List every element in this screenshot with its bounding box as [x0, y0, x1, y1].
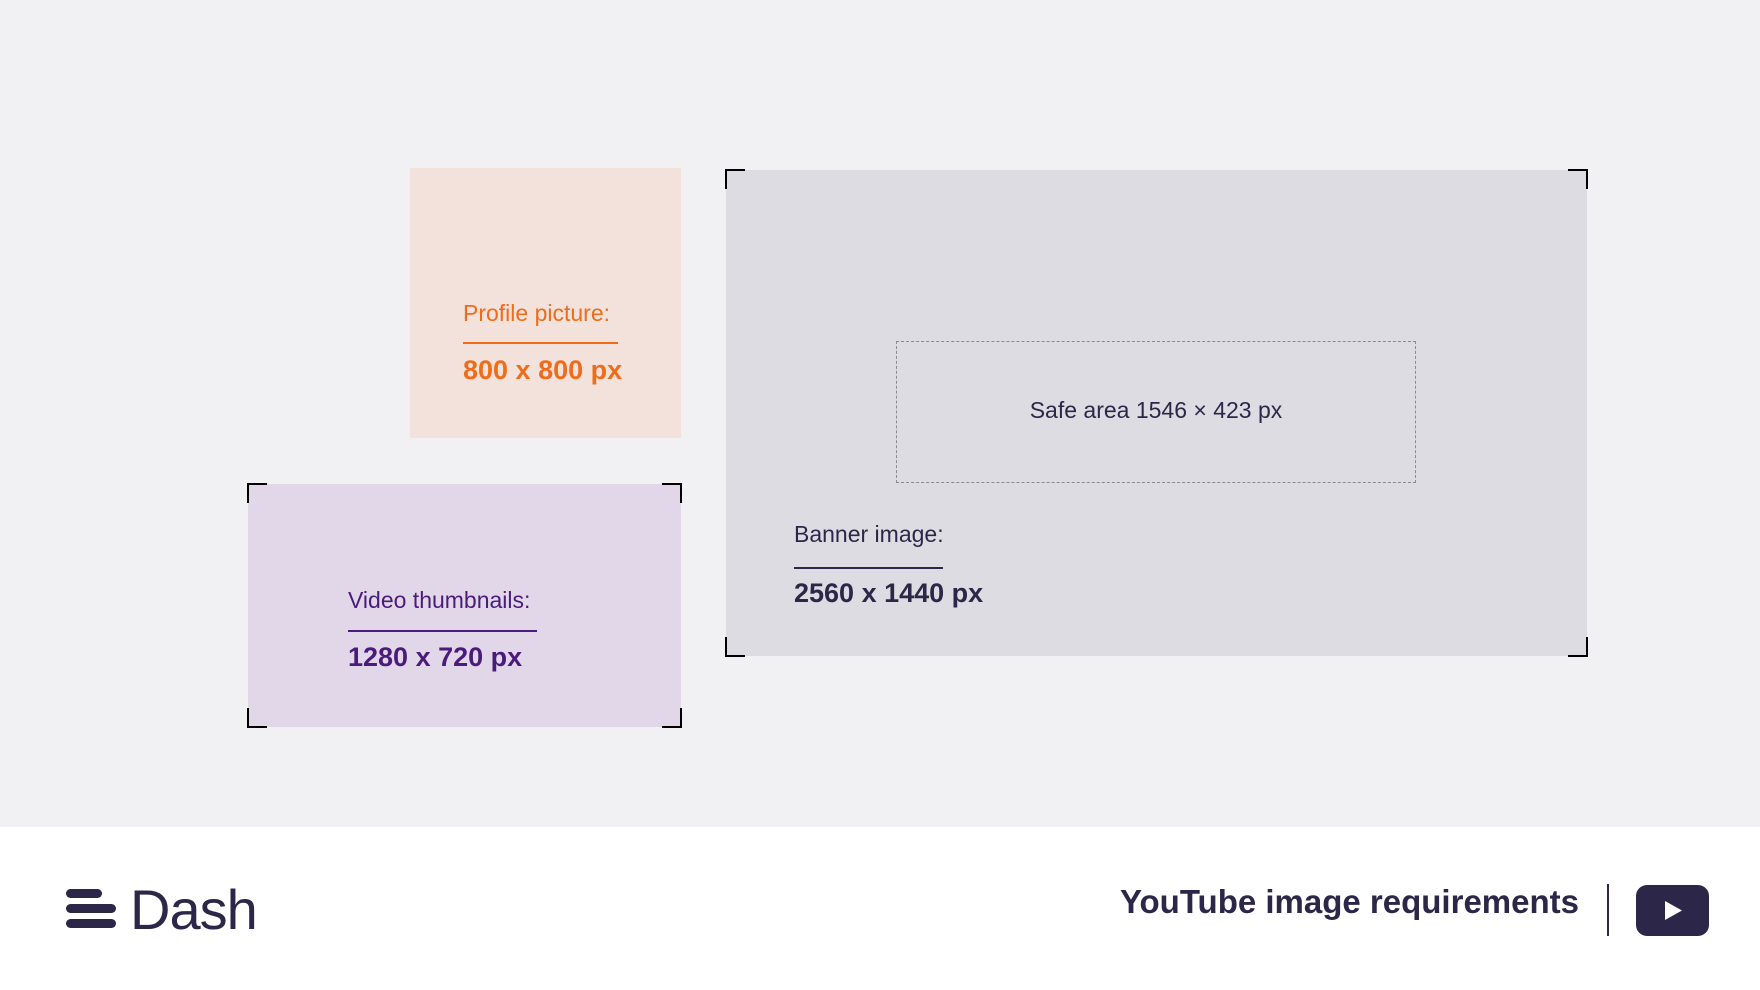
- dash-logo-icon: [66, 886, 118, 932]
- profile-picture-underline: [463, 342, 618, 344]
- banner-image-size: 2560 x 1440 px: [794, 578, 984, 608]
- footer-title: YouTube image requirements: [1119, 883, 1579, 920]
- video-thumbnail-box: Video thumbnails: 1280 x 720 px: [248, 484, 681, 727]
- profile-picture-box: Profile picture: 800 x 800 px: [410, 168, 681, 438]
- thumbnail-corner-mark-top-right: [662, 483, 682, 503]
- video-thumbnail-size: 1280 x 720 px: [348, 642, 523, 672]
- banner-image-label: Banner image:: [794, 521, 944, 547]
- profile-picture-label: Profile picture:: [463, 300, 611, 326]
- video-thumbnail-underline: [348, 630, 537, 632]
- safe-area-label: Safe area 1546 × 423 px: [1029, 397, 1283, 423]
- banner-corner-mark-top-right: [1568, 169, 1588, 189]
- dash-logo: Dash: [66, 877, 258, 941]
- video-thumbnail-label: Video thumbnails:: [348, 587, 531, 613]
- youtube-play-icon: [1636, 885, 1709, 936]
- diagram-canvas: Profile picture: 800 x 800 px Video thum…: [0, 0, 1760, 827]
- footer-divider: [1607, 884, 1609, 936]
- profile-picture-size: 800 x 800 px: [463, 355, 623, 385]
- banner-image-underline: [794, 567, 943, 569]
- thumbnail-corner-mark-top-left: [247, 483, 267, 503]
- footer-bar: Dash YouTube image requirements: [0, 827, 1760, 990]
- banner-corner-mark-bottom-right: [1568, 637, 1588, 657]
- dash-logo-text: Dash: [130, 877, 258, 941]
- thumbnail-corner-mark-bottom-left: [247, 708, 267, 728]
- banner-image-box: Safe area 1546 × 423 px Banner image: 25…: [726, 170, 1587, 656]
- thumbnail-corner-mark-bottom-right: [662, 708, 682, 728]
- safe-area-box: Safe area 1546 × 423 px: [896, 341, 1416, 483]
- banner-corner-mark-top-left: [725, 169, 745, 189]
- banner-corner-mark-bottom-left: [725, 637, 745, 657]
